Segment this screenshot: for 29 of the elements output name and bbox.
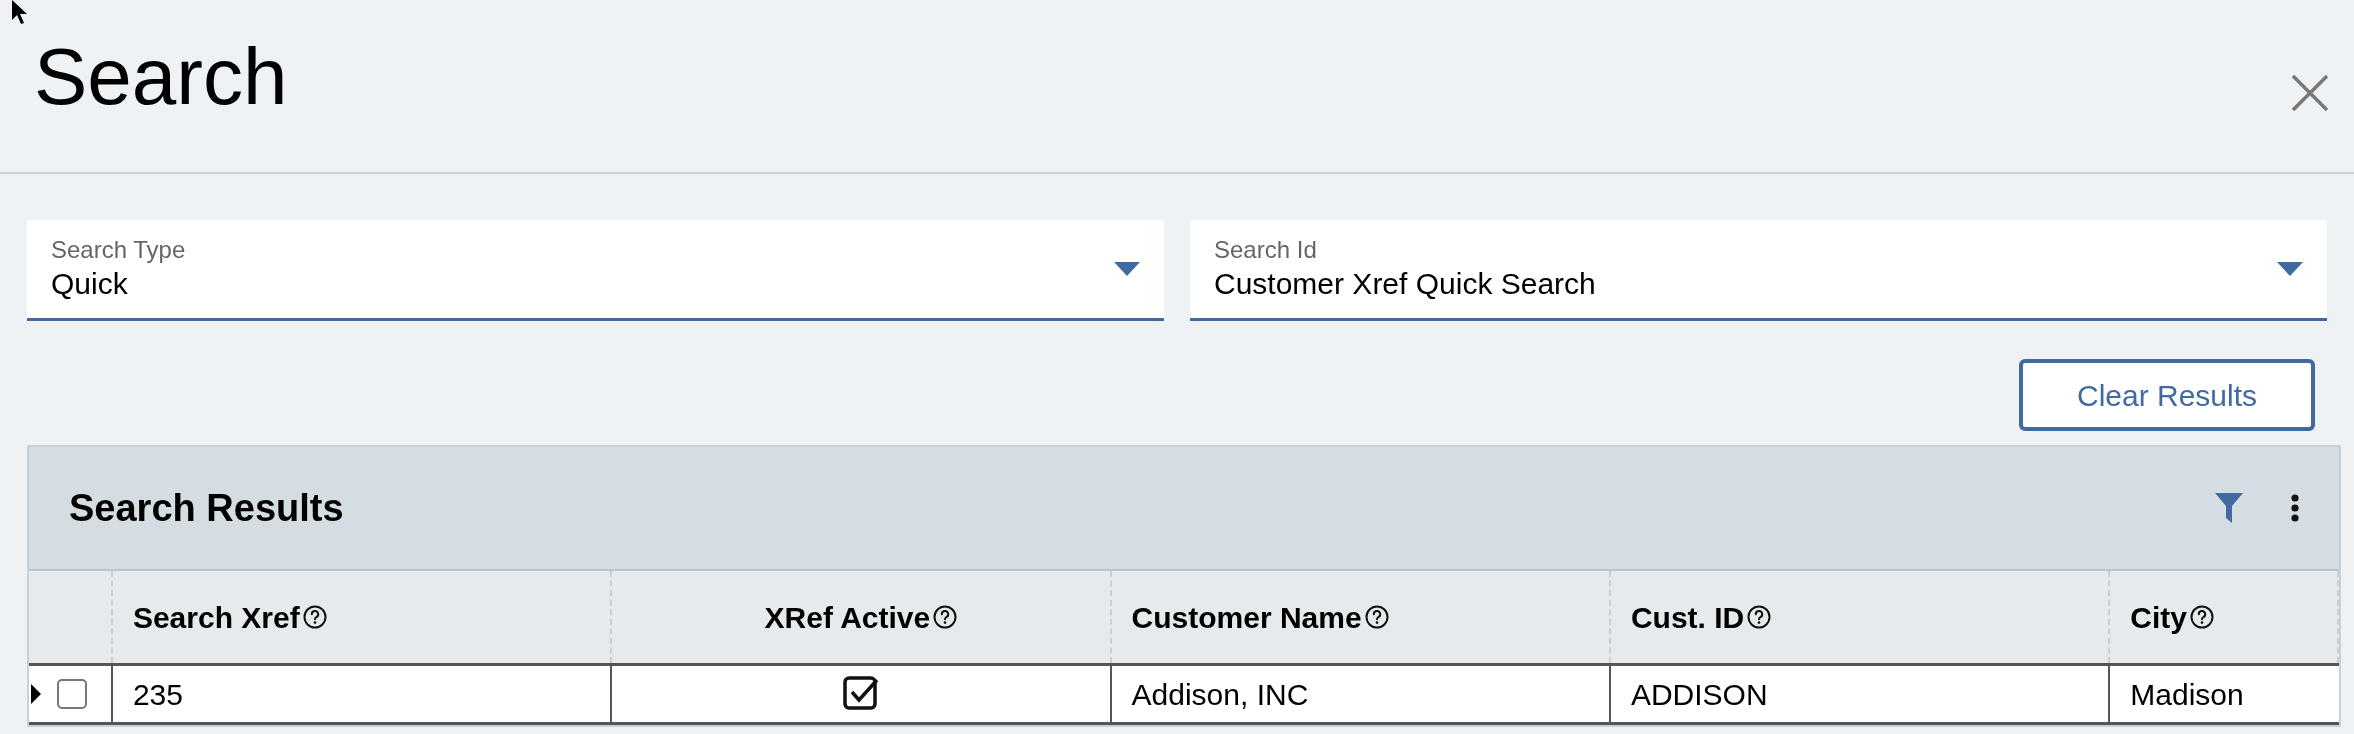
help-icon[interactable] bbox=[302, 605, 327, 629]
column-header[interactable]: Search Xref bbox=[132, 594, 300, 640]
help-icon[interactable] bbox=[933, 605, 958, 629]
row-checkbox[interactable] bbox=[57, 679, 87, 709]
field-label: Search Id bbox=[1214, 235, 1318, 266]
dropdown-field[interactable]: Search Type Quick bbox=[27, 220, 1164, 321]
field-value: Customer Xref Quick Search bbox=[1214, 266, 1597, 303]
filter-icon[interactable] bbox=[2215, 493, 2243, 523]
table-cell-text: 235 bbox=[132, 676, 183, 713]
help-icon[interactable] bbox=[2189, 605, 2214, 629]
column-header[interactable]: Cust. ID bbox=[1630, 594, 1745, 640]
column-header[interactable]: City bbox=[2130, 594, 2187, 640]
dropdown-caret-icon bbox=[1114, 262, 1140, 276]
dialog-title: Search bbox=[34, 37, 288, 117]
dropdown-field[interactable]: Search Id Customer Xref Quick Search bbox=[1190, 220, 2327, 321]
column-header[interactable]: XRef Active bbox=[764, 594, 931, 640]
field-value: Quick bbox=[51, 266, 129, 303]
table-cell-text: Madison bbox=[2130, 676, 2244, 713]
clear-results-button[interactable]: Clear Results bbox=[2019, 359, 2315, 431]
column-header[interactable]: Customer Name bbox=[1131, 594, 1362, 640]
dropdown-caret-icon bbox=[2277, 262, 2303, 276]
panel-title: Search Results bbox=[69, 485, 344, 531]
more-options-icon[interactable] bbox=[2291, 494, 2299, 522]
field-label: Search Type bbox=[51, 235, 187, 266]
table-cell-text: ADDISON bbox=[1630, 676, 1768, 713]
help-icon[interactable] bbox=[1364, 605, 1389, 629]
table-cell-text: Addison, INC bbox=[1131, 676, 1309, 713]
current-row-marker-icon bbox=[31, 684, 41, 704]
help-icon[interactable] bbox=[1747, 605, 1772, 629]
